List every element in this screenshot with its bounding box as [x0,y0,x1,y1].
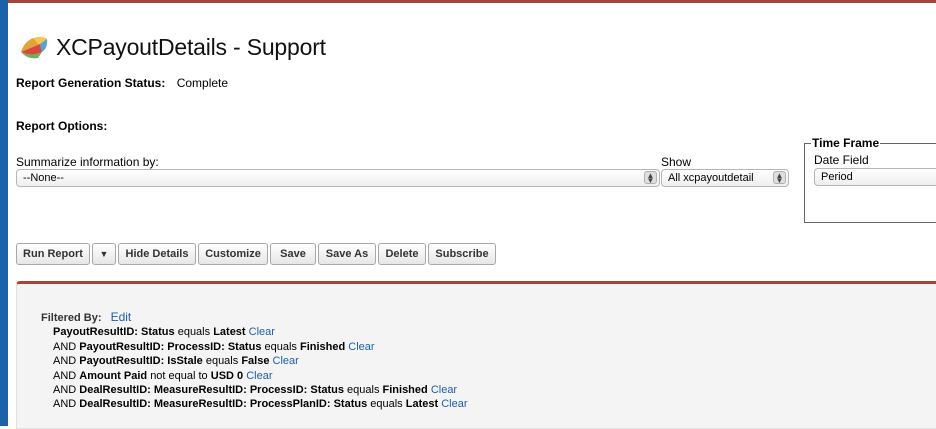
filter-value: Latest [213,326,246,339]
edit-filters-link[interactable]: Edit [111,310,132,324]
time-frame-legend: Time Frame [811,136,881,150]
clear-filter-link[interactable]: Clear [431,384,457,396]
filter-conjunction: AND [53,398,80,411]
filter-field: PayoutResultID: Status [53,326,175,339]
filter-line: AND PayoutResultID: ProcessID: Status eq… [41,340,468,354]
filtered-by-label: Filtered By: [41,312,102,324]
filter-line: AND DealResultID: MeasureResultID: Proce… [41,397,468,411]
salesforce-reports-icon [21,36,48,59]
clear-filter-link[interactable]: Clear [273,355,299,367]
clear-filter-link[interactable]: Clear [441,398,467,410]
status-label: Report Generation Status: [16,76,166,90]
select-arrows-icon: ▲ ▼ [773,171,786,185]
filter-operator: equals [370,398,403,411]
customize-button[interactable]: Customize [198,243,268,265]
page-header: XCPayoutDetails - Support [18,30,326,64]
page-title: XCPayoutDetails - Support [56,33,326,60]
filter-value: Finished [299,340,346,353]
filter-conjunction: AND [53,384,80,397]
select-arrows-icon: ▲ ▼ [644,171,657,185]
window-left-edge [0,0,8,426]
filter-field: DealResultID: MeasureResultID: ProcessID… [79,384,344,397]
save-button[interactable]: Save [270,243,316,265]
filter-value: False [241,355,270,368]
time-frame-fieldset: Time Frame Date Field Period [804,136,936,223]
show-label: Show [661,155,692,169]
date-field-select-value: Period [821,171,853,183]
filter-field: PayoutResultID: IsStale [79,355,203,368]
filter-value: USD 0 [210,369,244,382]
show-select[interactable]: All xcpayoutdetail ▲ ▼ [661,169,789,187]
status-value: Complete [176,76,229,90]
hide-details-button[interactable]: Hide Details [118,243,196,265]
subscribe-button[interactable]: Subscribe [428,243,496,265]
report-results-panel: Filtered By: Edit PayoutResultID: Status… [16,281,936,429]
filter-field: DealResultID: MeasureResultID: ProcessPl… [79,398,368,411]
report-page: XCPayoutDetails - Support Report Generat… [8,3,936,429]
filter-value: Finished [382,384,428,397]
filter-operator: equals [205,355,239,368]
report-options-heading: Report Options: [16,119,108,133]
filter-operator: equals [177,326,211,339]
clear-filter-link[interactable]: Clear [249,326,275,338]
save-as-button[interactable]: Save As [318,243,376,265]
filter-operator: equals [264,340,297,353]
clear-filter-link[interactable]: Clear [348,341,374,353]
filter-line: AND PayoutResultID: IsStale equals False… [41,354,468,368]
show-select-value: All xcpayoutdetail [668,172,754,184]
filters-block: Filtered By: Edit PayoutResultID: Status… [41,310,468,412]
filter-field: PayoutResultID: ProcessID: Status [79,340,262,353]
filter-line: AND Amount Paid not equal to USD 0 Clear [41,369,468,383]
filter-line: PayoutResultID: Status equals Latest Cle… [41,325,468,339]
date-field-select[interactable]: Period [814,168,936,186]
filter-field: Amount Paid [79,369,148,382]
filter-conjunction: AND [53,369,80,382]
filter-operator: equals [347,384,380,397]
filter-conjunction: AND [53,340,80,353]
report-generation-status: Report Generation Status: Complete [16,76,228,90]
filter-line: AND DealResultID: MeasureResultID: Proce… [41,383,468,397]
clear-filter-link[interactable]: Clear [246,370,272,382]
run-report-dropdown-button[interactable]: ▼ [92,243,116,265]
run-report-button[interactable]: Run Report [16,243,90,265]
filter-conjunction: AND [53,355,80,368]
filter-value: Latest [405,398,439,411]
filters-heading: Filtered By: Edit [41,310,468,325]
date-field-label: Date Field [814,153,869,167]
filter-lines: PayoutResultID: Status equals Latest Cle… [41,325,468,411]
summarize-select-value: --None-- [23,172,64,184]
filter-operator: not equal to [150,369,208,382]
summarize-select[interactable]: --None-- ▲ ▼ [16,169,660,187]
delete-button[interactable]: Delete [378,243,426,265]
summarize-label: Summarize information by: [16,155,159,169]
